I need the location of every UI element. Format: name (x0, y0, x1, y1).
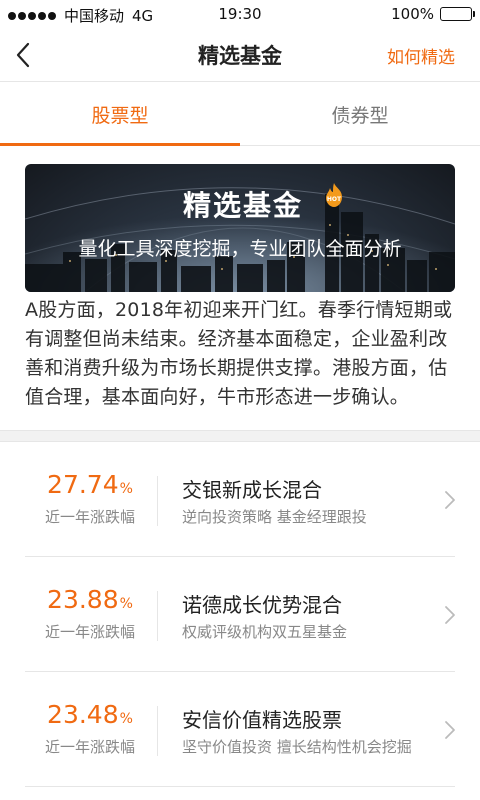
vertical-divider (157, 706, 158, 756)
chevron-right-icon (445, 606, 455, 624)
flame-icon: HOT (326, 183, 342, 207)
fund-item[interactable]: 27.74% 近一年涨跌幅 交银新成长混合 逆向投资策略 基金经理跟投 (0, 442, 480, 557)
fund-description: 逆向投资策略 基金经理跟投 (182, 508, 367, 526)
hot-badge-label: HOT (327, 196, 342, 203)
fund-return-unit: % (119, 596, 133, 612)
battery-percent: 100% (391, 5, 434, 23)
how-to-select-link[interactable]: 如何精选 (387, 43, 455, 68)
fund-description: 坚守价值投资 擅长结构性机会挖掘 (182, 738, 412, 756)
battery-icon (440, 7, 475, 21)
fund-return-label: 近一年涨跌幅 (44, 738, 135, 756)
promo-banner[interactable]: 精选基金 HOT 量化工具深度挖掘，专业团队全面分析 (25, 164, 455, 292)
fund-return-unit: % (119, 711, 133, 727)
banner-subtitle: 量化工具深度挖掘，专业团队全面分析 (78, 238, 402, 260)
hot-badge: HOT (321, 182, 347, 208)
fund-return-label: 近一年涨跌幅 (44, 623, 135, 641)
fund-return-label: 近一年涨跌幅 (44, 508, 135, 526)
fund-type-tabs: 股票型 债券型 (0, 83, 480, 146)
fund-return-value: 23.88 (47, 585, 119, 614)
fund-return-value: 23.48 (47, 700, 119, 729)
nav-bar: 精选基金 如何精选 (0, 28, 480, 82)
vertical-divider (157, 476, 158, 526)
back-button[interactable] (8, 38, 42, 72)
fund-name: 交银新成长混合 (182, 478, 322, 502)
fund-name: 安信价值精选股票 (182, 708, 342, 732)
row-divider (25, 786, 455, 787)
fund-return: 23.48% (25, 700, 155, 729)
section-divider (0, 430, 480, 442)
fund-description: 权威评级机构双五星基金 (182, 623, 348, 641)
fund-return-unit: % (119, 481, 133, 497)
fund-return-value: 27.74 (47, 470, 119, 499)
fund-item[interactable]: 23.88% 近一年涨跌幅 诺德成长优势混合 权威评级机构双五星基金 (0, 557, 480, 672)
fund-name: 诺德成长优势混合 (182, 593, 342, 617)
chevron-right-icon (445, 491, 455, 509)
chevron-right-icon (445, 721, 455, 739)
chevron-left-icon (16, 42, 30, 68)
fund-return: 23.88% (25, 585, 155, 614)
status-right: 100% (391, 5, 475, 23)
status-bar: 中国移动 4G 19:30 100% (0, 0, 480, 28)
market-description: A股方面，2018年初迎来开门红。春季行情短期或有调整但尚未结束。经济基本面稳定… (25, 299, 453, 408)
vertical-divider (157, 591, 158, 641)
fund-item[interactable]: 23.48% 近一年涨跌幅 安信价值精选股票 坚守价值投资 擅长结构性机会挖掘 (0, 672, 480, 787)
fund-list: 27.74% 近一年涨跌幅 交银新成长混合 逆向投资策略 基金经理跟投 23.8… (0, 442, 480, 787)
fund-return: 27.74% (25, 470, 155, 499)
tab-bond[interactable]: 债券型 (240, 83, 480, 145)
tab-stock[interactable]: 股票型 (0, 83, 240, 146)
banner-title: 精选基金 (183, 189, 304, 222)
